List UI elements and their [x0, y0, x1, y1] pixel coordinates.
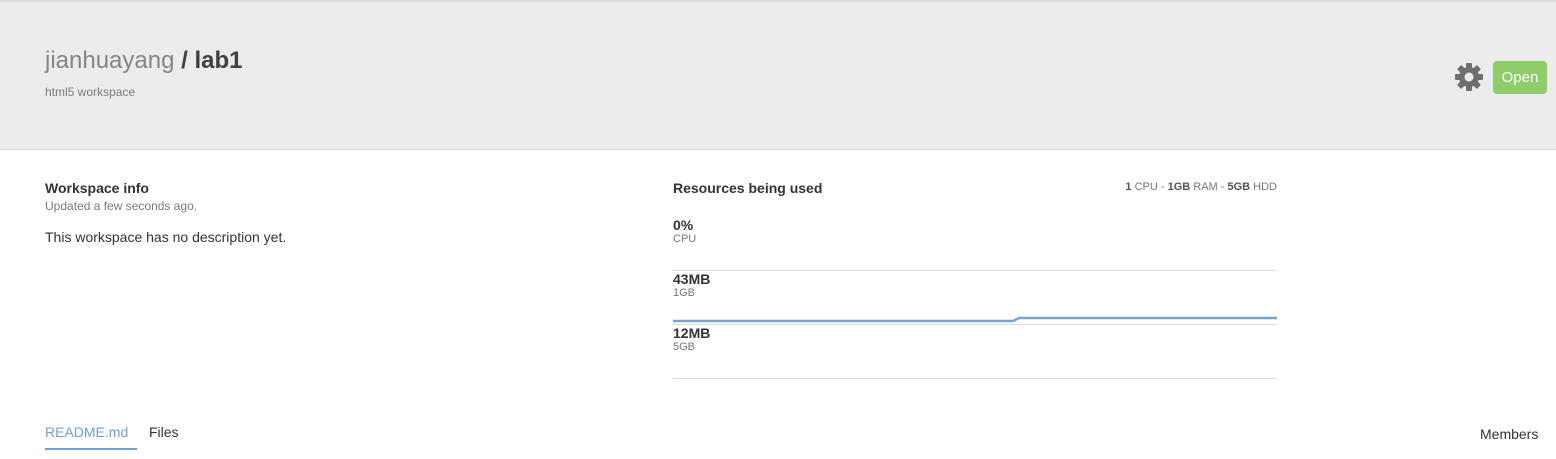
cpu-unit: CPU -: [1131, 181, 1168, 193]
workspace-name: lab1: [194, 47, 243, 74]
workspace-info-title: Workspace info: [45, 180, 149, 196]
resource-limits: 1 CPU - 1GB RAM - 5GB HDD: [1040, 181, 1277, 193]
ram-amount: 1GB: [1167, 181, 1191, 193]
ram-usage-graph: [673, 316, 1277, 323]
hdd-metric: 12MB 5GB: [673, 325, 1277, 379]
workspace-type: html5 workspace: [45, 85, 136, 99]
owner-name[interactable]: jianhuayang: [45, 47, 174, 74]
settings-gear-icon[interactable]: [1454, 62, 1484, 92]
tab-members[interactable]: Members: [1480, 426, 1538, 442]
cpu-value: 0%: [673, 217, 694, 233]
resources-title: Resources being used: [673, 180, 823, 196]
ram-unit: RAM -: [1190, 181, 1228, 193]
gear-icon: [1455, 63, 1483, 91]
cpu-metric: 0% CPU: [673, 217, 1277, 271]
tab-readme[interactable]: README.md: [45, 424, 137, 450]
hdd-amount: 5GB: [1227, 181, 1251, 193]
hdd-unit: HDD: [1250, 181, 1277, 193]
open-button[interactable]: Open: [1493, 61, 1547, 94]
ram-usage-line: [673, 316, 1277, 323]
hdd-value: 12MB: [673, 325, 711, 341]
workspace-header: jianhuayang / lab1 html5 workspace Open: [0, 0, 1556, 150]
ram-metric: 43MB 1GB: [673, 271, 1277, 325]
title-separator: /: [174, 47, 195, 74]
hdd-baseline: [673, 378, 1277, 379]
tab-files[interactable]: Files: [149, 424, 179, 448]
page-title: jianhuayang / lab1: [45, 46, 243, 76]
updated-timestamp: Updated a few seconds ago.: [45, 199, 198, 213]
cpu-label: CPU: [673, 233, 697, 245]
hdd-label: 5GB: [673, 341, 696, 353]
workspace-description: This workspace has no description yet.: [45, 229, 287, 245]
